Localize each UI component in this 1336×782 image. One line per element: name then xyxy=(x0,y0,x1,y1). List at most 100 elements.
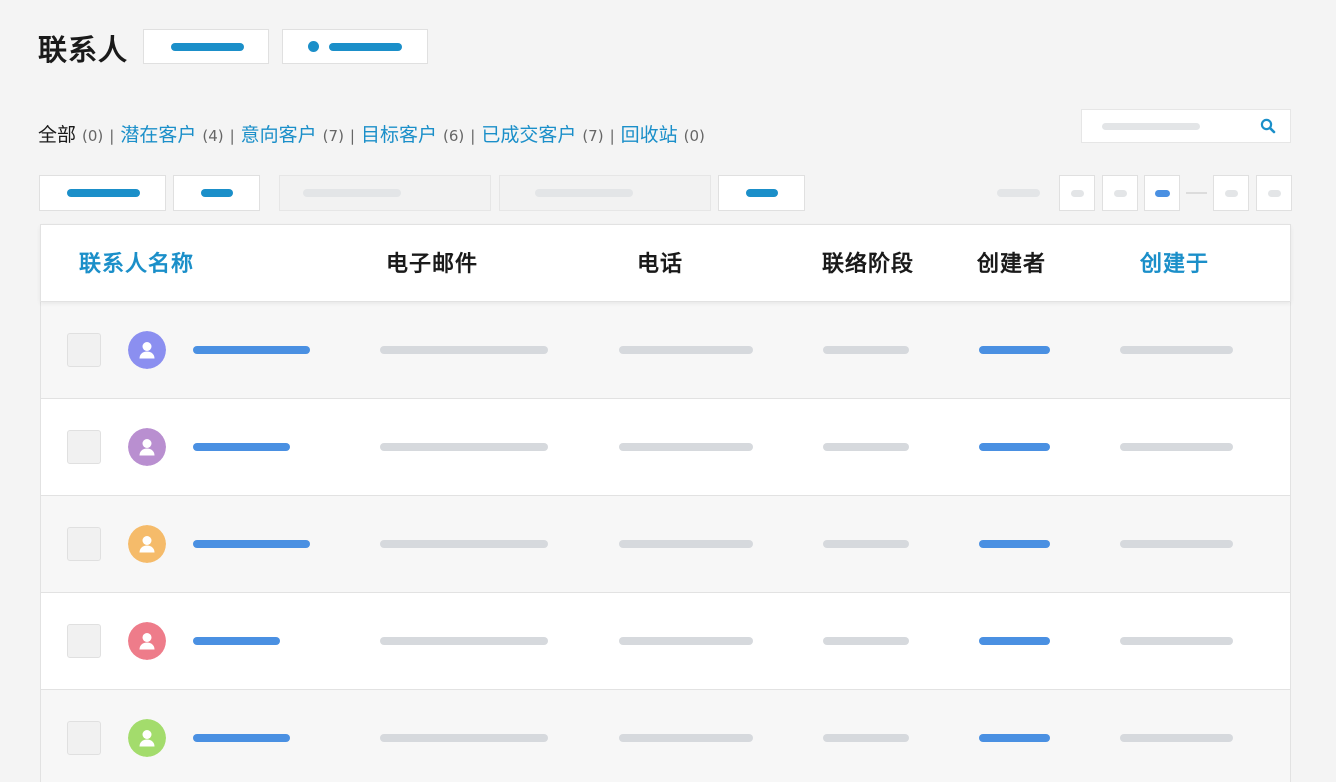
phone-placeholder xyxy=(619,734,753,742)
filter-count: (4) xyxy=(202,127,224,145)
row-checkbox[interactable] xyxy=(67,333,101,367)
button-label-placeholder xyxy=(329,43,402,51)
toolbar-button-secondary[interactable] xyxy=(173,175,260,211)
filter-tab-potential[interactable]: 潜在客户 xyxy=(120,120,196,147)
page-label-placeholder xyxy=(1114,190,1127,197)
filter-tab-closed[interactable]: 已成交客户 xyxy=(481,120,576,147)
creator-link[interactable] xyxy=(979,346,1050,354)
search-placeholder xyxy=(1102,123,1200,130)
status-dot-icon xyxy=(308,41,319,52)
filter-count: (0) xyxy=(683,127,705,145)
user-icon xyxy=(128,525,166,563)
table-header: 联系人名称 电子邮件 电话 联络阶段 创建者 创建于 xyxy=(40,224,1291,302)
created-at-placeholder xyxy=(1120,443,1233,451)
email-placeholder xyxy=(380,540,548,548)
row-checkbox[interactable] xyxy=(67,624,101,658)
contact-name-link[interactable] xyxy=(193,734,290,742)
stage-placeholder xyxy=(823,734,909,742)
column-header-contact-name[interactable]: 联系人名称 xyxy=(79,246,194,278)
table-row[interactable] xyxy=(40,690,1291,782)
phone-placeholder xyxy=(619,346,753,354)
pagination-first-button[interactable] xyxy=(1059,175,1095,211)
header-action-button[interactable] xyxy=(143,29,269,64)
column-header-creator: 创建者 xyxy=(977,252,1047,277)
filter-separator: | xyxy=(609,127,615,145)
button-label-placeholder xyxy=(746,189,778,197)
stage-placeholder xyxy=(823,346,909,354)
filter-count: (0) xyxy=(82,127,104,145)
creator-link[interactable] xyxy=(979,637,1050,645)
page-label-placeholder xyxy=(1071,190,1084,197)
row-checkbox[interactable] xyxy=(67,430,101,464)
header-status-button[interactable] xyxy=(282,29,428,64)
user-icon xyxy=(128,428,166,466)
creator-link[interactable] xyxy=(979,443,1050,451)
filter-separator: | xyxy=(109,127,115,145)
filter-dropdown-1[interactable] xyxy=(279,175,491,211)
table-row[interactable] xyxy=(40,302,1291,399)
search-icon[interactable] xyxy=(1260,118,1276,134)
filter-count: (7) xyxy=(322,127,344,145)
created-at-placeholder xyxy=(1120,346,1233,354)
toolbar-button-primary[interactable] xyxy=(39,175,166,211)
filter-tab-intent[interactable]: 意向客户 xyxy=(241,120,317,147)
filter-separator: | xyxy=(349,127,355,145)
pagination-divider xyxy=(1186,192,1207,194)
filter-separator: | xyxy=(229,127,235,145)
column-header-phone: 电话 xyxy=(637,252,684,277)
button-label-placeholder xyxy=(171,43,244,51)
created-at-placeholder xyxy=(1120,637,1233,645)
email-placeholder xyxy=(380,637,548,645)
filter-tab-recycle-bin[interactable]: 回收站 xyxy=(621,120,678,147)
filter-count: (7) xyxy=(582,127,604,145)
pagination-prev-button[interactable] xyxy=(1102,175,1138,211)
toolbar-button-apply[interactable] xyxy=(718,175,805,211)
column-header-created-at[interactable]: 创建于 xyxy=(1140,246,1209,278)
filter-separator: | xyxy=(470,127,476,145)
creator-link[interactable] xyxy=(979,540,1050,548)
user-icon xyxy=(128,622,166,660)
email-placeholder xyxy=(380,443,548,451)
contact-name-link[interactable] xyxy=(193,637,280,645)
row-checkbox[interactable] xyxy=(67,721,101,755)
dropdown-placeholder xyxy=(303,189,401,197)
page-label-placeholder xyxy=(1155,190,1170,197)
page-label-placeholder xyxy=(1225,190,1238,197)
dropdown-placeholder xyxy=(535,189,633,197)
created-at-placeholder xyxy=(1120,540,1233,548)
filter-tab-all[interactable]: 全部 xyxy=(38,120,76,147)
table-row[interactable] xyxy=(40,593,1291,690)
stage-placeholder xyxy=(823,637,909,645)
pagination-current-page[interactable] xyxy=(1144,175,1180,211)
button-label-placeholder xyxy=(67,189,140,197)
contact-name-link[interactable] xyxy=(193,346,310,354)
button-label-placeholder xyxy=(201,189,233,197)
pagination-next-button[interactable] xyxy=(1213,175,1249,211)
contact-filter-tabs: 全部 (0) | 潜在客户 (4) | 意向客户 (7) | 目标客户 (6) … xyxy=(38,120,705,147)
pagination-info xyxy=(997,189,1040,197)
phone-placeholder xyxy=(619,443,753,451)
pagination-last-button[interactable] xyxy=(1256,175,1292,211)
filter-tab-target[interactable]: 目标客户 xyxy=(361,120,437,147)
table-row[interactable] xyxy=(40,496,1291,593)
filter-dropdown-2[interactable] xyxy=(499,175,711,211)
column-header-email: 电子邮件 xyxy=(386,252,479,277)
contact-name-link[interactable] xyxy=(193,540,310,548)
column-header-stage: 联络阶段 xyxy=(822,252,915,277)
email-placeholder xyxy=(380,346,548,354)
created-at-placeholder xyxy=(1120,734,1233,742)
page-title: 联系人 xyxy=(38,33,129,67)
user-icon xyxy=(128,331,166,369)
stage-placeholder xyxy=(823,443,909,451)
table-row[interactable] xyxy=(40,399,1291,496)
row-checkbox[interactable] xyxy=(67,527,101,561)
email-placeholder xyxy=(380,734,548,742)
page-label-placeholder xyxy=(1268,190,1281,197)
search-input[interactable] xyxy=(1081,109,1291,143)
user-icon xyxy=(128,719,166,757)
contacts-table: 联系人名称 电子邮件 电话 联络阶段 创建者 创建于 xyxy=(40,224,1291,782)
contact-name-link[interactable] xyxy=(193,443,290,451)
stage-placeholder xyxy=(823,540,909,548)
creator-link[interactable] xyxy=(979,734,1050,742)
filter-count: (6) xyxy=(443,127,465,145)
